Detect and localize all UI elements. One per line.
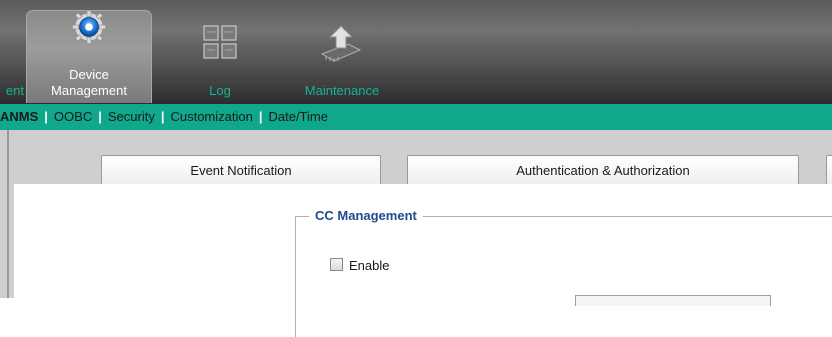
cc-management-fieldset [295,216,832,337]
top-navigation-bar: ent Device Management Log Maintenance [0,0,832,104]
subnav-item-anms[interactable]: ANMS [0,109,38,124]
authentication-authorization-button[interactable]: Authentication & Authorization [407,155,799,184]
subnav-separator: | [44,109,48,124]
subnav-item-security[interactable]: Security [108,109,155,124]
tab-device-management-label-line2: Management [51,83,127,98]
tab-previous-partial[interactable]: ent [0,0,24,104]
partial-input-field[interactable] [575,295,771,306]
subnav-items: ANMS | OOBC | Security | Customization | Date/Ti… [0,104,328,130]
subnav-item-customization[interactable]: Customization [170,109,252,124]
upload-chip-icon [320,25,362,62]
subnav-separator: | [258,109,263,124]
cc-management-legend: CC Management [309,208,423,223]
cc-enable-label: Enable [349,258,390,273]
secondary-navigation-bar: ANMS | OOBC | Security | Customization | Date/Ti… [0,104,832,130]
tab-device-management-label-line1: Device [69,67,109,82]
subnav-item-oobc[interactable]: OOBC [54,109,92,124]
subnav-separator: | [160,109,165,124]
subnav-item-datetime[interactable]: Date/Time [268,109,327,124]
gear-icon [72,10,106,44]
tab-log-label: Log [209,83,231,98]
tab-log[interactable]: Log [180,0,260,104]
tab-previous-label: ent [5,83,24,98]
partial-section-button[interactable] [826,155,832,184]
tab-maintenance[interactable]: Maintenance [292,0,392,104]
left-panel-divider [7,130,9,298]
log-grid-icon [203,25,237,59]
left-side-panel [0,130,14,298]
cc-enable-checkbox[interactable] [330,258,343,271]
event-notification-button[interactable]: Event Notification [101,155,381,184]
subnav-separator: | [98,109,102,124]
tab-device-management[interactable]: Device Management [26,0,152,104]
tab-maintenance-label: Maintenance [304,83,380,98]
